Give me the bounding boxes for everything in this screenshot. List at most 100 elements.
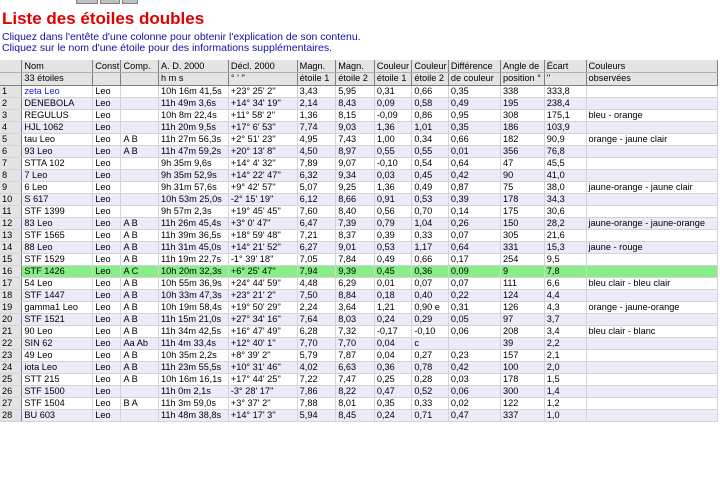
star-name-link[interactable]: 54 Leo xyxy=(21,277,94,290)
cell-position-angle: 100 xyxy=(500,361,545,374)
column-subheader-color-index-2[interactable]: étoile 2 xyxy=(411,72,449,86)
toolbar-button[interactable] xyxy=(100,0,120,4)
star-name-link[interactable]: STF 1565 xyxy=(21,229,94,242)
star-name-link[interactable]: STTA 102 xyxy=(21,157,94,170)
star-name-link[interactable]: STF 1500 xyxy=(21,385,94,398)
cell-color-difference: 0,01 xyxy=(448,145,502,158)
column-header-dec[interactable]: Décl. 2000 xyxy=(228,60,298,73)
column-header-separation[interactable]: Écart xyxy=(544,60,587,73)
column-subheader-color-difference[interactable]: de couleur xyxy=(448,72,502,86)
column-header-magnitude-2[interactable]: Magn. xyxy=(335,60,375,73)
cell-magnitude-1: 2,14 xyxy=(297,97,337,110)
column-header-position-angle[interactable]: Angle de xyxy=(500,60,545,73)
table-header-row: Nom Const. Comp. A. D. 2000 Décl. 2000 Magn. M… xyxy=(0,60,718,73)
cell-component: A B xyxy=(120,313,159,326)
star-name-link[interactable]: REGULUS xyxy=(21,109,94,122)
star-name-link[interactable]: STF 1426 xyxy=(21,265,94,278)
cell-color-index-2: 1,17 xyxy=(411,241,449,254)
column-header-observed-colors[interactable]: Couleurs xyxy=(586,60,718,73)
cell-color-difference: 0,42 xyxy=(448,361,502,374)
star-name-link[interactable]: 83 Leo xyxy=(21,217,94,230)
cell-separation: 34,3 xyxy=(544,193,587,206)
toolbar-button[interactable] xyxy=(122,0,138,4)
column-subheader-component[interactable] xyxy=(120,72,159,86)
star-name-link[interactable]: BU 603 xyxy=(21,409,94,422)
column-header-magnitude-1[interactable]: Magn. xyxy=(297,60,337,73)
cell-constellation: Leo xyxy=(92,409,122,422)
star-name-link[interactable]: STT 215 xyxy=(21,373,94,386)
column-header-name[interactable]: Nom xyxy=(21,60,94,73)
column-header-color-index-2[interactable]: Couleur xyxy=(411,60,449,73)
column-subheader-constellation[interactable] xyxy=(92,72,122,86)
cell-magnitude-1: 6,32 xyxy=(297,169,337,182)
column-subheader-magnitude-2[interactable]: étoile 2 xyxy=(335,72,375,86)
star-name-link[interactable]: S 617 xyxy=(21,193,94,206)
cell-component: B A xyxy=(120,397,159,410)
star-name-link[interactable]: 49 Leo xyxy=(21,349,94,362)
column-header-color-index-1[interactable]: Couleur xyxy=(374,60,413,73)
star-name-link[interactable]: 7 Leo xyxy=(21,169,94,182)
star-name-link[interactable]: 88 Leo xyxy=(21,241,94,254)
star-name-link[interactable]: STF 1529 xyxy=(21,253,94,266)
column-subheader-magnitude-1[interactable]: étoile 1 xyxy=(297,72,337,86)
column-subheader-position-angle[interactable]: position ° xyxy=(500,72,545,86)
cell-ra: 10h 20m 32,3s xyxy=(158,265,229,278)
column-subheader-color-index-1[interactable]: étoile 1 xyxy=(374,72,413,86)
cell-color-difference: 0,05 xyxy=(448,313,502,326)
star-name-link[interactable]: 93 Leo xyxy=(21,145,94,158)
star-name-link[interactable]: zeta Leo xyxy=(21,85,94,98)
cell-dec: +24° 44' 59'' xyxy=(228,277,298,290)
table-row: 19 gamma1 Leo Leo A B 10h 19m 58,4s +19° 50' … xyxy=(0,301,718,314)
star-name-link[interactable]: STF 1399 xyxy=(21,205,94,218)
cell-color-difference: 0,49 xyxy=(448,97,502,110)
cell-separation: 1,5 xyxy=(544,373,587,386)
cell-color-index-2: 0,33 xyxy=(411,229,449,242)
star-name-link[interactable]: 6 Leo xyxy=(21,181,94,194)
cell-color-difference: 0,39 xyxy=(448,193,502,206)
column-header-component[interactable]: Comp. xyxy=(120,60,159,73)
column-subheader-separation[interactable]: '' xyxy=(544,72,587,86)
star-name-link[interactable]: SIN 62 xyxy=(21,337,94,350)
star-name-link[interactable]: STF 1521 xyxy=(21,313,94,326)
column-subheader-name[interactable]: 33 étoiles xyxy=(21,72,94,86)
star-name-link[interactable]: gamma1 Leo xyxy=(21,301,94,314)
cell-color-difference: 0,06 xyxy=(448,325,502,338)
column-header-color-difference[interactable]: Différence xyxy=(448,60,502,73)
cell-color-difference: 0,22 xyxy=(448,289,502,302)
star-name-link[interactable]: tau Leo xyxy=(21,133,94,146)
star-name-link[interactable]: STF 1447 xyxy=(21,289,94,302)
column-header-ra[interactable]: A. D. 2000 xyxy=(158,60,229,73)
cell-constellation: Leo xyxy=(92,289,122,302)
cell-position-angle: 9 xyxy=(500,265,545,278)
cell-observed-colors: orange - jaune clair xyxy=(586,133,718,146)
cell-component: A B xyxy=(120,289,159,302)
cell-color-index-2: 0,29 xyxy=(411,313,449,326)
column-subheader-ra[interactable]: h m s xyxy=(158,72,229,86)
star-name-link[interactable]: 90 Leo xyxy=(21,325,94,338)
cell-color-index-2: 0,40 xyxy=(411,289,449,302)
column-subheader-observed-colors[interactable]: observées xyxy=(586,72,718,86)
cell-separation: 15,3 xyxy=(544,241,587,254)
cell-observed-colors: bleu clair - blanc xyxy=(586,325,718,338)
cell-observed-colors xyxy=(586,97,718,110)
cell-color-index-1: 0,09 xyxy=(374,97,413,110)
star-name-link[interactable]: STF 1504 xyxy=(21,397,94,410)
row-number: 26 xyxy=(0,385,23,398)
cell-ra: 10h 19m 58,4s xyxy=(158,301,229,314)
cell-ra: 11h 4m 33,4s xyxy=(158,337,229,350)
column-subheader-dec[interactable]: ° ' '' xyxy=(228,72,298,86)
row-number: 20 xyxy=(0,313,23,326)
cell-color-difference: 0,07 xyxy=(448,277,502,290)
cell-ra: 9h 35m 52,9s xyxy=(158,169,229,182)
toolbar-button[interactable] xyxy=(76,0,98,4)
star-name-link[interactable]: iota Leo xyxy=(21,361,94,374)
row-number: 8 xyxy=(0,169,23,182)
cell-observed-colors xyxy=(586,121,718,134)
cell-component: A B xyxy=(120,325,159,338)
cell-magnitude-2: 9,34 xyxy=(335,169,375,182)
star-name-link[interactable]: DENEBOLA xyxy=(21,97,94,110)
column-header-constellation[interactable]: Const. xyxy=(92,60,122,73)
star-name-link[interactable]: HJL 1062 xyxy=(21,121,94,134)
cell-position-angle: 182 xyxy=(500,133,545,146)
cell-component xyxy=(120,157,159,170)
